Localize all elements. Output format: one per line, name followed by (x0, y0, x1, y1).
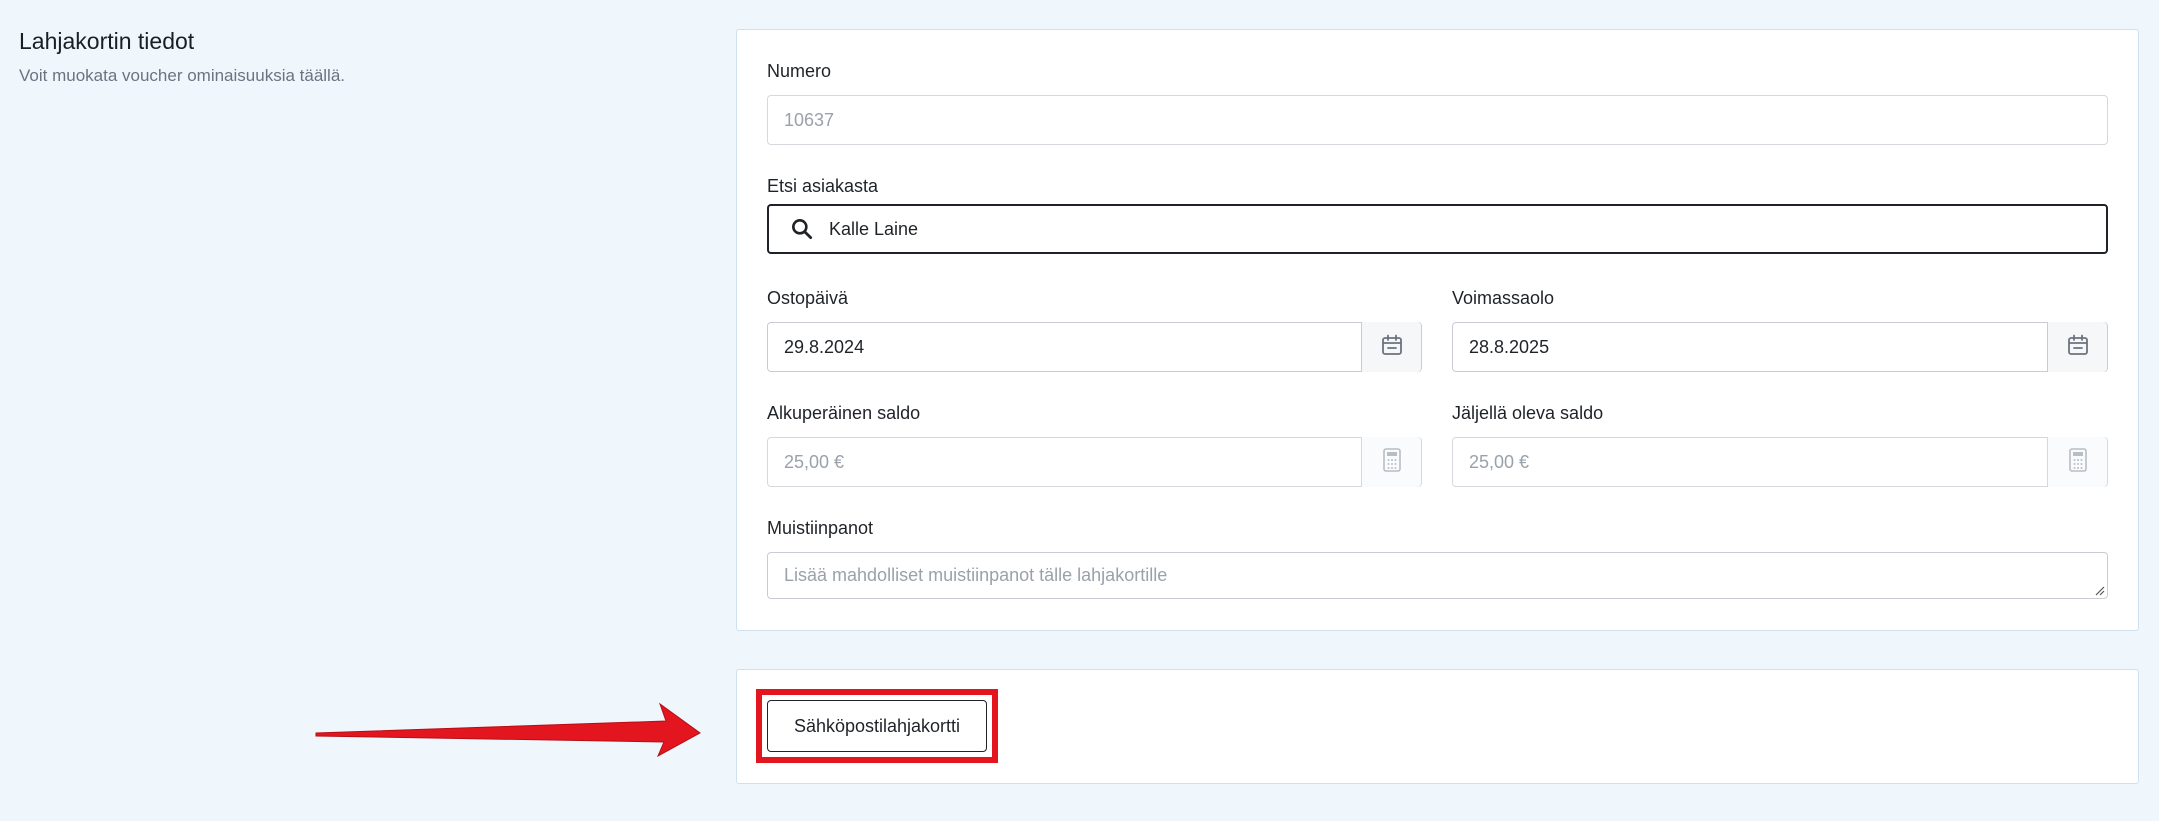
search-icon (789, 216, 815, 242)
purchase-date-value: 29.8.2024 (784, 336, 865, 357)
notes-placeholder: Lisää mahdolliset muistiinpanot tälle la… (784, 565, 1168, 585)
valid-until-input[interactable]: 28.8.2025 (1452, 322, 2108, 372)
original-balance-value: 25,00 € (784, 451, 845, 472)
valid-until-label: Voimassaolo (1452, 288, 1555, 308)
number-label: Numero (767, 61, 832, 81)
notes-textarea[interactable]: Lisää mahdolliset muistiinpanot tälle la… (767, 552, 2108, 599)
remaining-balance-label: Jäljellä oleva saldo (1452, 403, 1604, 423)
email-giftcard-button[interactable]: Sähköpostilahjakortti (767, 700, 987, 752)
customer-search-value: Kalle Laine (829, 218, 919, 239)
purchase-date-picker-button[interactable] (1361, 322, 1421, 372)
original-balance-label: Alkuperäinen saldo (767, 403, 921, 423)
red-arrow-annotation (315, 702, 701, 758)
notes-label: Muistiinpanot (767, 518, 874, 538)
original-balance-field: 25,00 € (767, 437, 1422, 487)
valid-until-picker-button[interactable] (2047, 322, 2107, 372)
customer-search-label: Etsi asiakasta (767, 176, 879, 196)
number-value: 10637 (784, 109, 835, 130)
original-balance-addon (1361, 437, 1421, 487)
purchase-date-input[interactable]: 29.8.2024 (767, 322, 1422, 372)
number-field: 10637 (767, 95, 2108, 145)
remaining-balance-value: 25,00 € (1469, 451, 1530, 472)
calculator-icon (2067, 447, 2089, 478)
calendar-icon (1380, 333, 1404, 362)
remaining-balance-field: 25,00 € (1452, 437, 2108, 487)
customer-search-input[interactable]: Kalle Laine (767, 204, 2108, 254)
purchase-date-label: Ostopäivä (767, 288, 849, 308)
remaining-balance-addon (2047, 437, 2107, 487)
section-title: Lahjakortin tiedot (19, 28, 195, 54)
valid-until-value: 28.8.2025 (1469, 336, 1550, 357)
calendar-icon (2066, 333, 2090, 362)
calculator-icon (1381, 447, 1403, 478)
resize-grip-icon[interactable] (2095, 586, 2105, 596)
section-subtitle: Voit muokata voucher ominaisuuksia tääll… (19, 66, 346, 85)
